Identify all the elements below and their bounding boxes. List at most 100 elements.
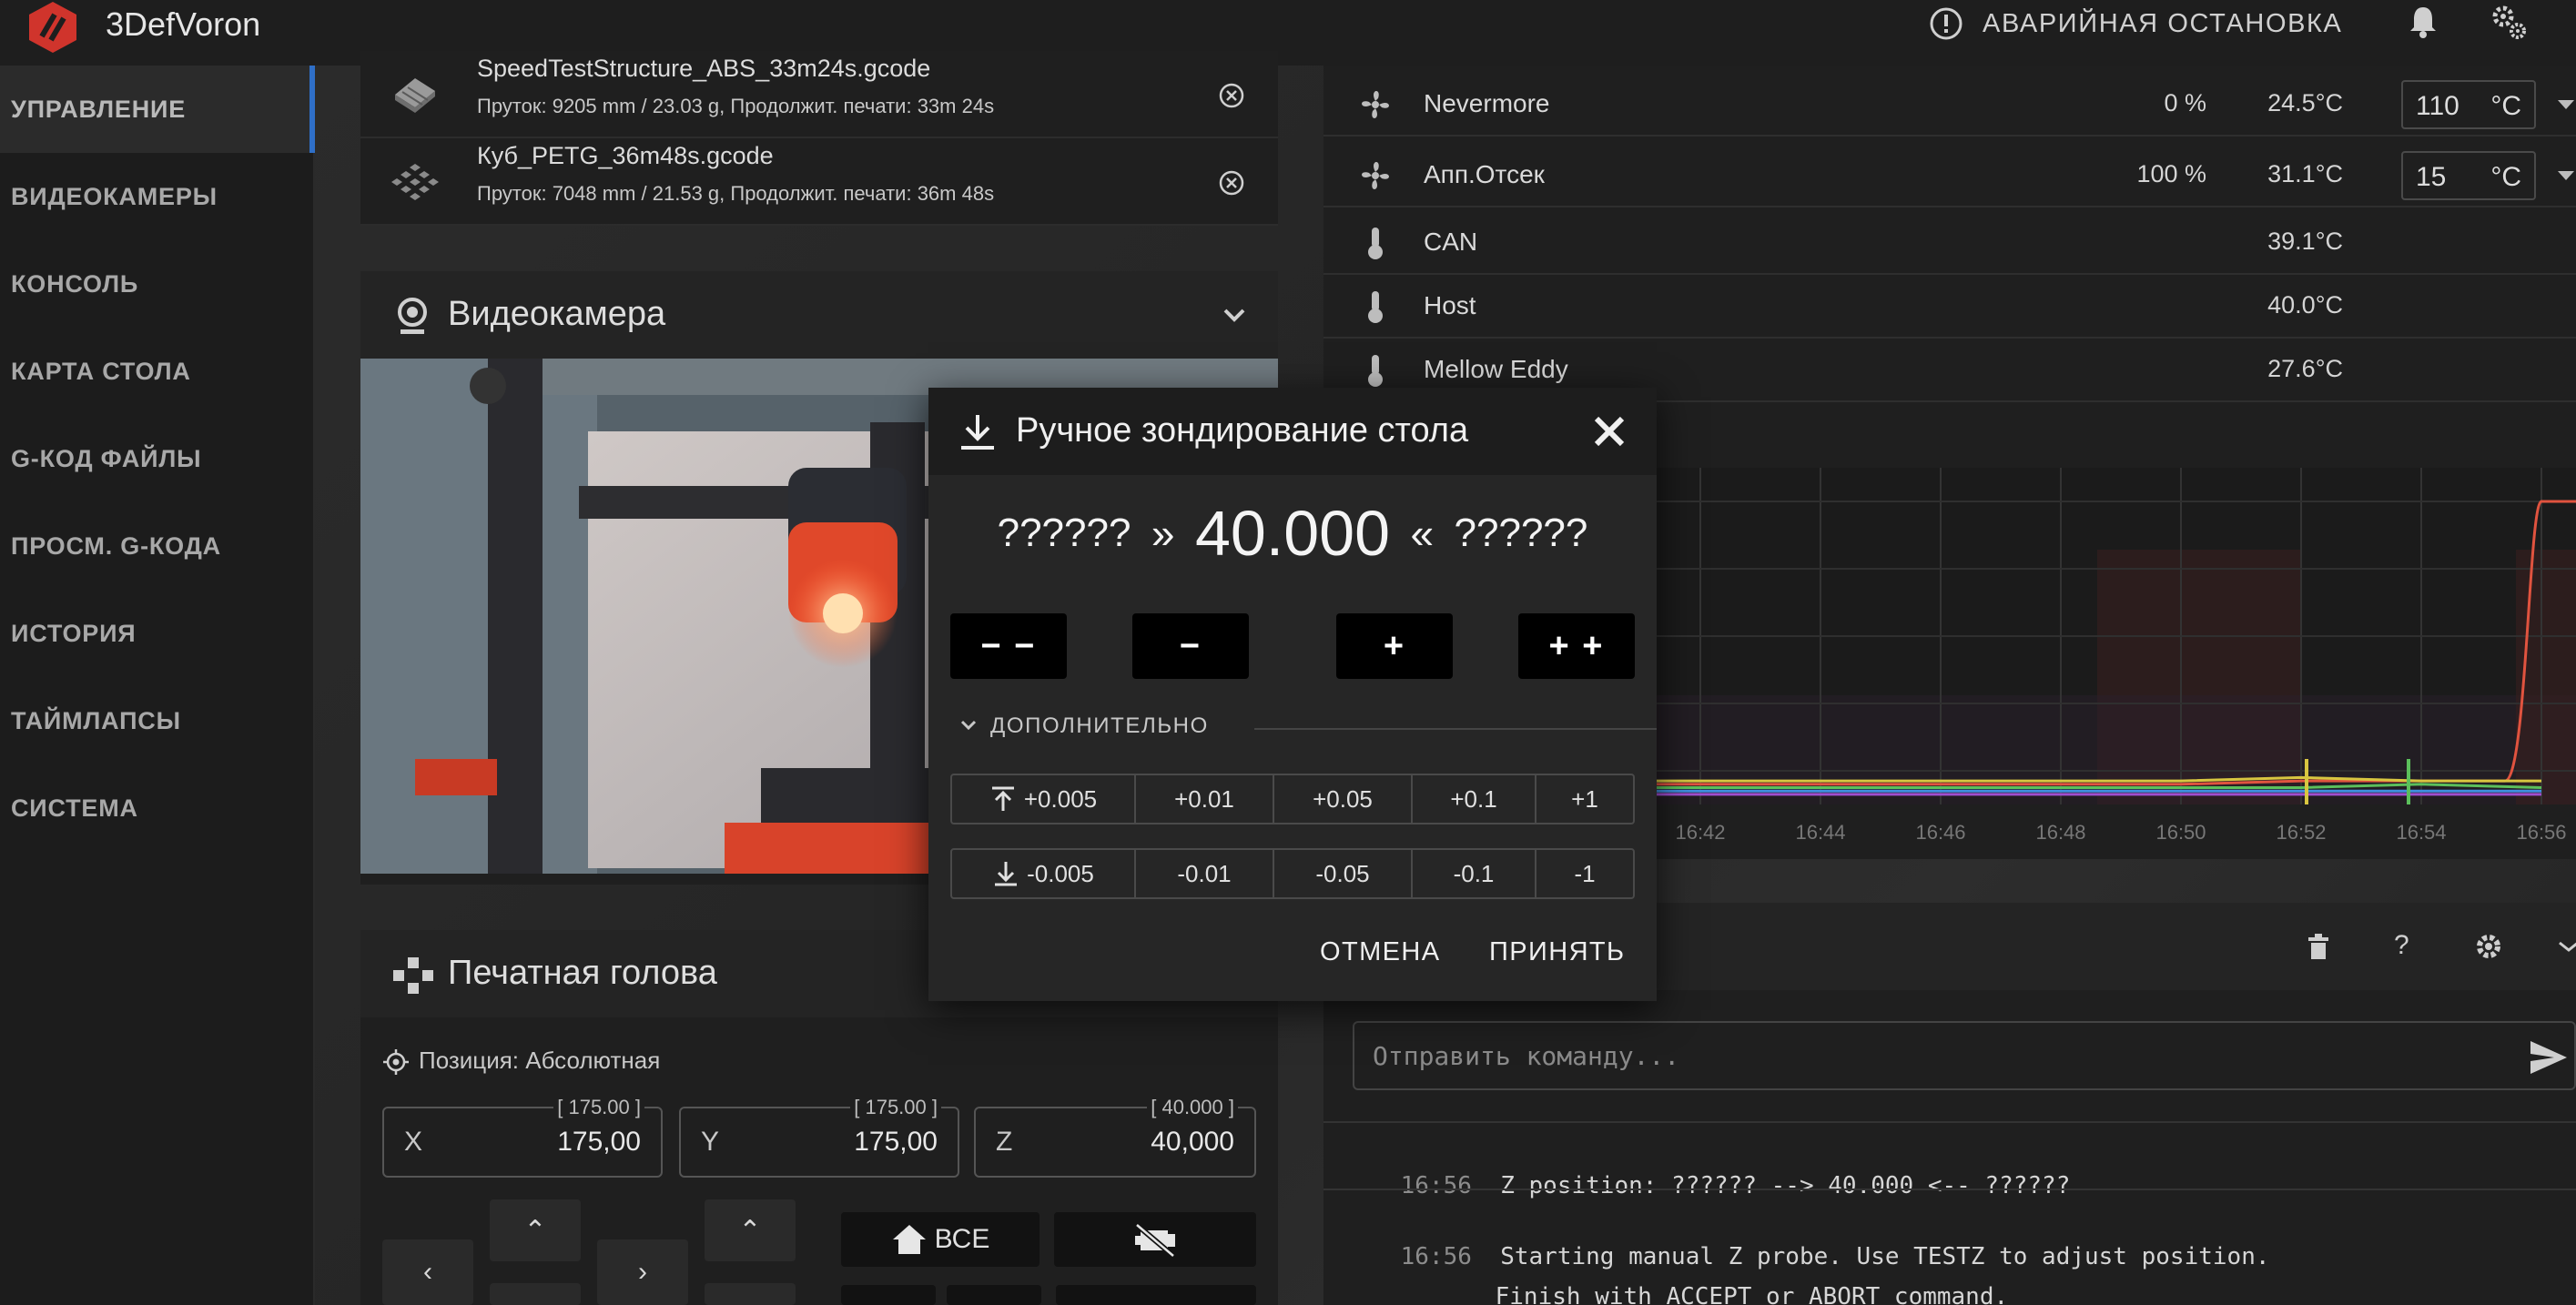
lower-offset-group: -0.005 -0.01 -0.05 -0.1 -1	[950, 848, 1635, 899]
sidebar-item-label: ТАЙМЛАПСЫ	[11, 706, 181, 734]
target-temperature-input[interactable]: 15 °C	[2401, 151, 2536, 200]
send-icon[interactable]	[2529, 1039, 2569, 1076]
app-title[interactable]: 3DefVoron	[106, 5, 260, 44]
sensor-name: Апп.Отсек	[1424, 160, 1545, 188]
axis-limit: [ 175.00 ]	[850, 1096, 941, 1119]
position-mode-label[interactable]: Позиция: Абсолютная	[419, 1047, 660, 1075]
x-position-field[interactable]: X 175,00 [ 175.00 ]	[382, 1096, 663, 1178]
console-line: Finish with ACCEPT or ABORT command.	[1438, 1256, 2009, 1305]
jog-y-minus-button[interactable]	[490, 1283, 581, 1305]
sidebar-item-system[interactable]: СИСТЕМА	[0, 764, 315, 852]
sensor-row[interactable]: CAN 39.1°C	[1323, 211, 2576, 275]
right-arrow: «	[1410, 510, 1435, 557]
chevron-down-icon[interactable]	[1222, 304, 1247, 326]
thermometer-icon	[1368, 355, 1383, 387]
raise-0.005-button[interactable]: +0.005	[952, 775, 1136, 823]
raise-0.1-button[interactable]: +0.1	[1413, 775, 1536, 823]
sensor-row[interactable]: Nevermore 0 % 24.5°C 110 °C	[1323, 73, 2576, 137]
dialog-title: Ручное зондирование стола	[1016, 411, 1469, 450]
accept-button[interactable]: ПРИНЯТЬ	[1489, 937, 1625, 967]
sidebar-item-label: ПРОСМ. G-КОДА	[11, 531, 221, 560]
lower-0.05-button[interactable]: -0.05	[1274, 850, 1413, 897]
lower-0.1-button[interactable]: -0.1	[1413, 850, 1536, 897]
step-up-large-button[interactable]: + +	[1518, 613, 1635, 679]
close-icon[interactable]	[1593, 415, 1626, 448]
jog-x-minus-button[interactable]: ‹	[382, 1239, 473, 1305]
chevron-up-icon: ⌃	[523, 1215, 547, 1246]
webcam-card-header[interactable]: Видеокамера	[360, 271, 1278, 359]
y-position-field[interactable]: Y 175,00 [ 175.00 ]	[679, 1096, 959, 1178]
console-command-input[interactable]: Отправить команду...	[1353, 1021, 2576, 1090]
sidebar-item-control[interactable]: УПРАВЛЕНИЕ	[0, 66, 315, 153]
target-unit: °C	[2490, 162, 2521, 192]
raise-0.05-button[interactable]: +0.05	[1274, 775, 1413, 823]
jog-x-plus-button[interactable]: ›	[597, 1239, 688, 1305]
motors-off-button[interactable]	[1054, 1212, 1256, 1267]
step-up-button[interactable]: +	[1336, 613, 1453, 679]
menu-down-icon[interactable]	[2556, 98, 2576, 111]
engine-off-icon	[1135, 1222, 1175, 1258]
file-name: Куб_PETG_36m48s.gcode	[477, 142, 774, 169]
advanced-divider	[1254, 728, 1657, 730]
step-down-button[interactable]: −	[1132, 613, 1249, 679]
home-y-button[interactable]	[947, 1285, 1041, 1305]
jog-z-minus-button[interactable]	[705, 1283, 796, 1305]
sidebar-item-timelapses[interactable]: ТАЙМЛАПСЫ	[0, 677, 315, 764]
cancel-button[interactable]: ОТМЕНА	[1320, 937, 1440, 967]
emergency-stop-label: АВАРИЙНАЯ ОСТАНОВКА	[1983, 8, 2343, 38]
dialog-header: Ручное зондирование стола	[928, 388, 1657, 475]
manual-probe-dialog: Ручное зондирование стола ?????? » 40.00…	[928, 388, 1657, 1001]
trash-icon[interactable]	[2307, 934, 2330, 961]
target-unit: °C	[2490, 91, 2521, 121]
console-time: 16:56	[1400, 1172, 1472, 1199]
jog-z-plus-button[interactable]: ⌃	[705, 1199, 796, 1261]
sidebar-item-label: G-КОД ФАЙЛЫ	[11, 444, 202, 472]
menu-down-icon[interactable]	[2556, 169, 2576, 182]
sensor-row[interactable]: Апп.Отсек 100 % 31.1°C 15 °C	[1323, 144, 2576, 207]
lower-0.005-button[interactable]: -0.005	[952, 850, 1136, 897]
close-circle-icon[interactable]	[1218, 82, 1245, 109]
chart-tick-label: 16:54	[2396, 821, 2446, 844]
bell-icon[interactable]	[2403, 2, 2443, 42]
file-meta: Пруток: 7048 mm / 21.53 g, Продолжит. пе…	[477, 182, 995, 205]
z-value: 40.000	[1194, 498, 1391, 569]
raise-1-button[interactable]: +1	[1536, 775, 1633, 823]
sensor-temperature: 39.1°C	[2267, 228, 2343, 255]
emergency-stop-button[interactable]: АВАРИЙНАЯ ОСТАНОВКА	[1928, 5, 2343, 42]
jog-y-plus-button[interactable]: ⌃	[490, 1199, 581, 1261]
lower-0.01-button[interactable]: -0.01	[1136, 850, 1274, 897]
help-icon[interactable]: ?	[2394, 930, 2409, 961]
sidebar-item-history[interactable]: ИСТОРИЯ	[0, 590, 315, 677]
axis-value: 40,000	[1151, 1127, 1234, 1157]
file-row[interactable]: SpeedTestStructure_ABS_33m24s.gcode Прут…	[360, 51, 1278, 138]
advanced-toggle[interactable]: ДОПОЛНИТЕЛЬНО	[954, 708, 1657, 744]
step-down-large-button[interactable]: − −	[950, 613, 1067, 679]
sidebar-item-webcams[interactable]: ВИДЕОКАМЕРЫ	[0, 153, 315, 240]
sensor-temperature: 27.6°C	[2267, 355, 2343, 382]
chevron-down-icon[interactable]	[2556, 939, 2576, 954]
home-x-button[interactable]	[841, 1285, 936, 1305]
gcode-thumbnail-icon	[395, 78, 435, 113]
settings-cogs-icon[interactable]	[2489, 2, 2529, 42]
sidebar-item-heightmap[interactable]: КАРТА СТОЛА	[0, 328, 315, 415]
home-icon	[892, 1225, 926, 1254]
console-placeholder: Отправить команду...	[1373, 1041, 1680, 1071]
target-temperature-input[interactable]: 110 °C	[2401, 80, 2536, 129]
console-message: Finish with ACCEPT or ABORT command.	[1495, 1283, 2009, 1305]
close-circle-icon[interactable]	[1218, 169, 1245, 197]
sidebar-item-console[interactable]: КОНСОЛЬ	[0, 240, 315, 328]
sensor-temperature: 31.1°C	[2267, 160, 2343, 187]
raise-0.01-button[interactable]: +0.01	[1136, 775, 1274, 823]
sensor-name: Host	[1424, 291, 1476, 319]
toolhead-card-title: Печатная голова	[448, 954, 717, 992]
sidebar-item-gcode-files[interactable]: G-КОД ФАЙЛЫ	[0, 415, 315, 502]
lower-1-button[interactable]: -1	[1536, 850, 1633, 897]
gear-icon[interactable]	[2474, 932, 2503, 961]
home-z-button[interactable]	[1056, 1285, 1256, 1305]
voron-logo-icon[interactable]	[25, 0, 80, 55]
home-all-button[interactable]: ВСЕ	[841, 1212, 1040, 1267]
sidebar-item-gcode-viewer[interactable]: ПРОСМ. G-КОДА	[0, 502, 315, 590]
z-position-field[interactable]: Z 40,000 [ 40.000 ]	[974, 1096, 1256, 1178]
sensor-row[interactable]: Host 40.0°C	[1323, 275, 2576, 339]
file-row[interactable]: Куб_PETG_36m48s.gcode Пруток: 7048 mm / …	[360, 138, 1278, 226]
